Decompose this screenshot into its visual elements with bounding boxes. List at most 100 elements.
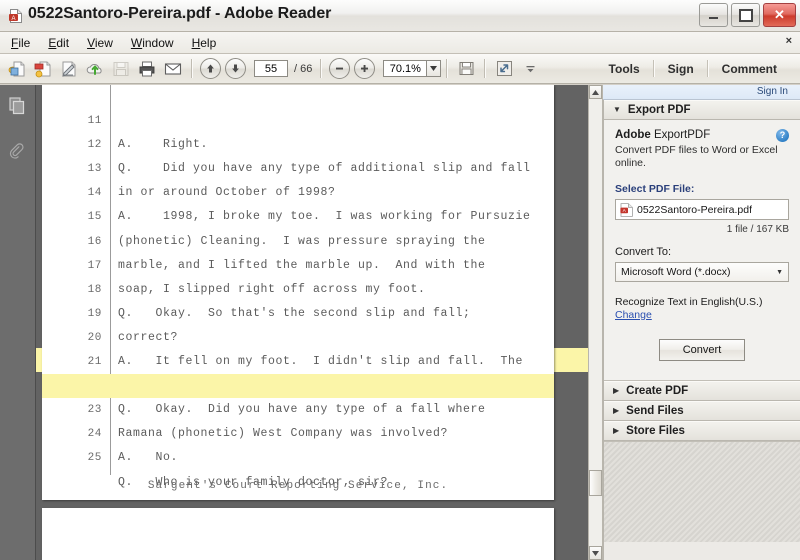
- zoom-dropdown-button[interactable]: [426, 60, 442, 77]
- scroll-down-icon: [592, 550, 599, 556]
- zoom-level-input[interactable]: 70.1%: [383, 60, 427, 77]
- maximize-button[interactable]: [731, 3, 760, 27]
- menu-window[interactable]: Window: [129, 35, 176, 51]
- open-file-button[interactable]: [5, 57, 29, 81]
- selected-file-box[interactable]: A 0522Santoro-Pereira.pdf: [615, 199, 789, 220]
- menu-view[interactable]: View: [85, 35, 115, 51]
- previous-page-button[interactable]: [200, 58, 221, 79]
- convert-to-label: Convert To:: [615, 246, 672, 258]
- sign-panel-button[interactable]: Sign: [655, 62, 707, 76]
- transcript-line: 17 soap, I slipped right off across my f…: [42, 230, 554, 296]
- page-number-input[interactable]: 55: [254, 60, 288, 77]
- close-icon: ✕: [774, 7, 785, 22]
- transcript-line: 24 A. No.: [42, 398, 554, 464]
- page-fit-button[interactable]: [454, 57, 478, 81]
- menu-edit[interactable]: Edit: [46, 35, 71, 51]
- section-label-create-pdf: Create PDF: [626, 385, 689, 397]
- toolbar-separator-3: [446, 59, 449, 78]
- triangle-right-icon: ▶: [613, 386, 620, 395]
- menu-file[interactable]: File: [9, 35, 32, 51]
- convert-to-select[interactable]: Microsoft Word (*.docx) ▼: [615, 262, 789, 282]
- next-page-button[interactable]: [225, 58, 246, 79]
- menu-file-label: ile: [18, 35, 31, 50]
- section-header-store-files[interactable]: ▶ Store Files: [604, 421, 800, 441]
- tools-button[interactable]: Tools: [596, 62, 653, 76]
- save-file-button[interactable]: [109, 57, 133, 81]
- expand-arrows-icon: [496, 61, 512, 76]
- convert-button[interactable]: Convert: [659, 339, 745, 361]
- chevron-down-icon: [430, 66, 438, 71]
- attachments-button[interactable]: [0, 135, 34, 169]
- transcript-line: 14 A. 1998, I broke my toe. I was workin…: [42, 157, 554, 223]
- selected-file-name: 0522Santoro-Pereira.pdf: [637, 203, 752, 216]
- menu-window-label: indow: [142, 35, 174, 50]
- document-viewport[interactable]: 11 A. Right. 12 Q. Did you have any type…: [36, 85, 588, 560]
- transcript-line: 22 Q. Okay. Did you have any type of a f…: [42, 350, 554, 416]
- pdf-page-56: [42, 508, 554, 560]
- pdf-file-icon: A: [620, 202, 633, 217]
- toolbar-overflow-button[interactable]: [518, 57, 542, 81]
- page-thumbnails-button[interactable]: [0, 89, 34, 123]
- sign-in-link[interactable]: Sign In: [757, 86, 788, 97]
- section-header-create-pdf[interactable]: ▶ Create PDF: [604, 381, 800, 401]
- page-fit-icon: [459, 62, 474, 75]
- transcript-body: 11 A. Right. 12 Q. Did you have any type…: [42, 85, 554, 489]
- section-label-send-files: Send Files: [626, 405, 684, 417]
- arrow-down-icon: [232, 64, 239, 73]
- page-thumbnails-icon: [9, 97, 25, 115]
- export-pdf-title: Adobe ExportPDF: [615, 129, 789, 141]
- scrollbar-thumb[interactable]: [589, 470, 602, 496]
- transcript-line: 15 (phonetic) Cleaning. I was pressure s…: [42, 181, 554, 247]
- scroll-up-button[interactable]: [589, 85, 602, 99]
- print-button[interactable]: [135, 57, 159, 81]
- transcript-line: 11 A. Right.: [42, 85, 554, 151]
- close-button[interactable]: ✕: [763, 3, 796, 27]
- close-document-icon[interactable]: ×: [786, 35, 792, 47]
- window-title: 0522Santoro-Pereira.pdf - Adobe Reader: [28, 5, 332, 22]
- menu-help-label: elp: [200, 35, 217, 50]
- change-language-link[interactable]: Change: [615, 309, 652, 321]
- chevron-down-small-icon: [526, 66, 535, 73]
- menu-edit-label: dit: [56, 35, 70, 50]
- triangle-right-icon: ▶: [613, 406, 620, 415]
- svg-text:A: A: [11, 16, 15, 22]
- section-header-export-pdf[interactable]: ▼ Export PDF: [604, 100, 800, 120]
- minimize-icon: [700, 4, 727, 26]
- comment-panel-button[interactable]: Comment: [709, 62, 790, 76]
- transcript-line: 19 correct?: [42, 278, 554, 344]
- triangle-right-icon: ▶: [613, 426, 620, 435]
- chevron-down-icon: ▼: [776, 268, 783, 276]
- window-controls: ✕: [699, 3, 796, 27]
- attachments-paperclip-icon: [9, 143, 24, 159]
- toolbar-separator-4: [484, 59, 487, 78]
- zoom-in-button[interactable]: [354, 58, 376, 79]
- sign-in-strip: Sign In: [592, 85, 800, 100]
- triangle-down-icon: ▼: [613, 105, 621, 114]
- upload-cloud-button[interactable]: [83, 57, 107, 81]
- menu-view-label: iew: [94, 35, 113, 50]
- zoom-out-button[interactable]: [329, 58, 351, 79]
- page-total-label: / 66: [294, 62, 313, 75]
- export-pdf-description: Convert PDF files to Word or Excel onlin…: [615, 144, 778, 169]
- section-label-store-files: Store Files: [626, 425, 685, 437]
- help-icon[interactable]: ?: [776, 129, 789, 142]
- app-pdf-icon: A: [8, 8, 24, 24]
- fullscreen-button[interactable]: [492, 57, 516, 81]
- export-pdf-title-light: ExportPDF: [650, 129, 711, 141]
- navigation-rail: [0, 85, 36, 560]
- transcript-line: 20 A. It fell on my foot. I didn't slip …: [42, 302, 554, 368]
- transcript-line: 25 Q. Who is your family doctor, sir?: [42, 422, 554, 488]
- create-pdf-button[interactable]: [31, 57, 55, 81]
- sign-document-button[interactable]: [57, 57, 81, 81]
- title-bar: A 0522Santoro-Pereira.pdf - Adobe Reader…: [0, 0, 800, 32]
- toolbar-right-group: Tools Sign Comment: [596, 54, 800, 84]
- toolbar-separator-2: [320, 59, 323, 78]
- minimize-button[interactable]: [699, 3, 728, 27]
- scroll-down-button[interactable]: [589, 546, 602, 560]
- document-vertical-scrollbar[interactable]: [588, 85, 603, 560]
- export-pdf-title-bold: Adobe: [615, 129, 651, 141]
- section-header-send-files[interactable]: ▶ Send Files: [604, 401, 800, 421]
- email-button[interactable]: [161, 57, 185, 81]
- adobe-reader-window: A 0522Santoro-Pereira.pdf - Adobe Reader…: [0, 0, 800, 560]
- menu-help[interactable]: Help: [190, 35, 219, 51]
